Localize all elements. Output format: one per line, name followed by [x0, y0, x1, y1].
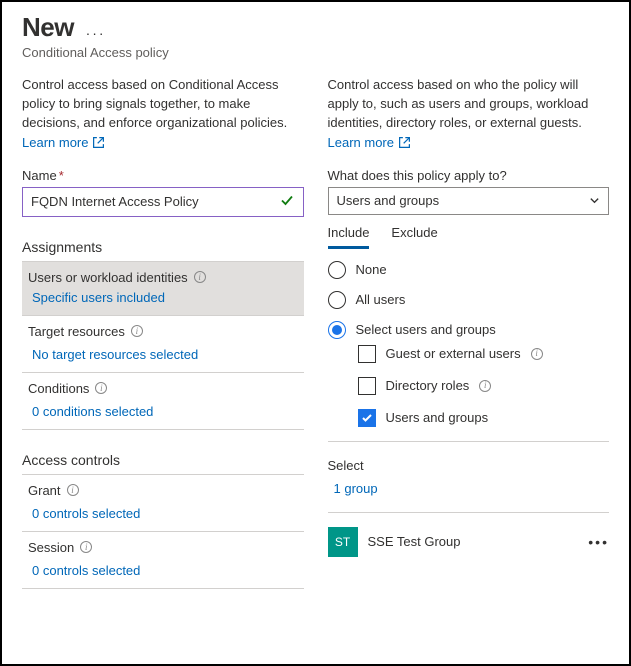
- checkbox-icon-checked: [358, 409, 376, 427]
- apply-to-value: Users and groups: [337, 193, 440, 208]
- info-icon[interactable]: i: [479, 380, 491, 392]
- access-controls-heading: Access controls: [22, 452, 304, 468]
- more-icon[interactable]: •••: [588, 534, 609, 550]
- tab-include[interactable]: Include: [328, 225, 370, 249]
- select-heading: Select: [328, 458, 610, 473]
- info-icon[interactable]: i: [80, 541, 92, 553]
- external-link-icon: [398, 136, 411, 149]
- success-check-icon: [279, 192, 295, 211]
- session-row[interactable]: Session i: [22, 532, 304, 559]
- learn-more-link[interactable]: Learn more: [22, 135, 105, 150]
- grant-value-link[interactable]: 0 controls selected: [22, 502, 304, 531]
- select-count-link[interactable]: 1 group: [328, 477, 610, 506]
- radio-all-users[interactable]: All users: [328, 291, 610, 309]
- radio-icon: [328, 291, 346, 309]
- checkbox-icon: [358, 377, 376, 395]
- apply-to-dropdown[interactable]: Users and groups: [328, 187, 610, 215]
- name-value: FQDN Internet Access Policy: [31, 194, 199, 209]
- info-icon[interactable]: i: [131, 325, 143, 337]
- checkbox-guest-external[interactable]: Guest or external users i: [358, 345, 610, 363]
- name-input[interactable]: FQDN Internet Access Policy: [22, 187, 304, 217]
- assignments-heading: Assignments: [22, 239, 304, 255]
- learn-more-link-right[interactable]: Learn more: [328, 135, 411, 150]
- radio-icon: [328, 261, 346, 279]
- group-name: SSE Test Group: [368, 534, 579, 549]
- external-link-icon: [92, 136, 105, 149]
- info-icon[interactable]: i: [194, 271, 206, 283]
- right-intro-text: Control access based on who the policy w…: [328, 76, 610, 133]
- info-icon[interactable]: i: [531, 348, 543, 360]
- group-avatar: ST: [328, 527, 358, 557]
- page-subtitle: Conditional Access policy: [22, 45, 609, 60]
- checkbox-icon: [358, 345, 376, 363]
- learn-more-label: Learn more: [22, 135, 88, 150]
- grant-row[interactable]: Grant i: [22, 475, 304, 502]
- radio-none[interactable]: None: [328, 261, 610, 279]
- conditions-value-link[interactable]: 0 conditions selected: [22, 400, 304, 429]
- apply-to-label: What does this policy apply to?: [328, 168, 610, 183]
- checkbox-directory-roles[interactable]: Directory roles i: [358, 377, 610, 395]
- checkbox-users-groups[interactable]: Users and groups: [358, 409, 610, 427]
- name-label: Name*: [22, 168, 304, 183]
- selected-group-row[interactable]: ST SSE Test Group •••: [328, 527, 610, 557]
- users-value-link[interactable]: Specific users included: [22, 290, 304, 315]
- info-icon[interactable]: i: [67, 484, 79, 496]
- session-value-link[interactable]: 0 controls selected: [22, 559, 304, 588]
- intro-text: Control access based on Conditional Acce…: [22, 76, 304, 133]
- more-icon[interactable]: ···: [86, 25, 106, 41]
- target-resources-value-link[interactable]: No target resources selected: [22, 343, 304, 372]
- chevron-down-icon: [589, 195, 600, 206]
- page-title: New: [22, 12, 74, 43]
- info-icon[interactable]: i: [95, 382, 107, 394]
- tab-exclude[interactable]: Exclude: [391, 225, 437, 249]
- conditions-row[interactable]: Conditions i: [22, 373, 304, 400]
- target-resources-row[interactable]: Target resources i: [22, 316, 304, 343]
- learn-more-label-right: Learn more: [328, 135, 394, 150]
- radio-select-users-groups[interactable]: Select users and groups: [328, 321, 610, 339]
- users-row[interactable]: Users or workload identities i: [22, 262, 304, 292]
- radio-icon-selected: [328, 321, 346, 339]
